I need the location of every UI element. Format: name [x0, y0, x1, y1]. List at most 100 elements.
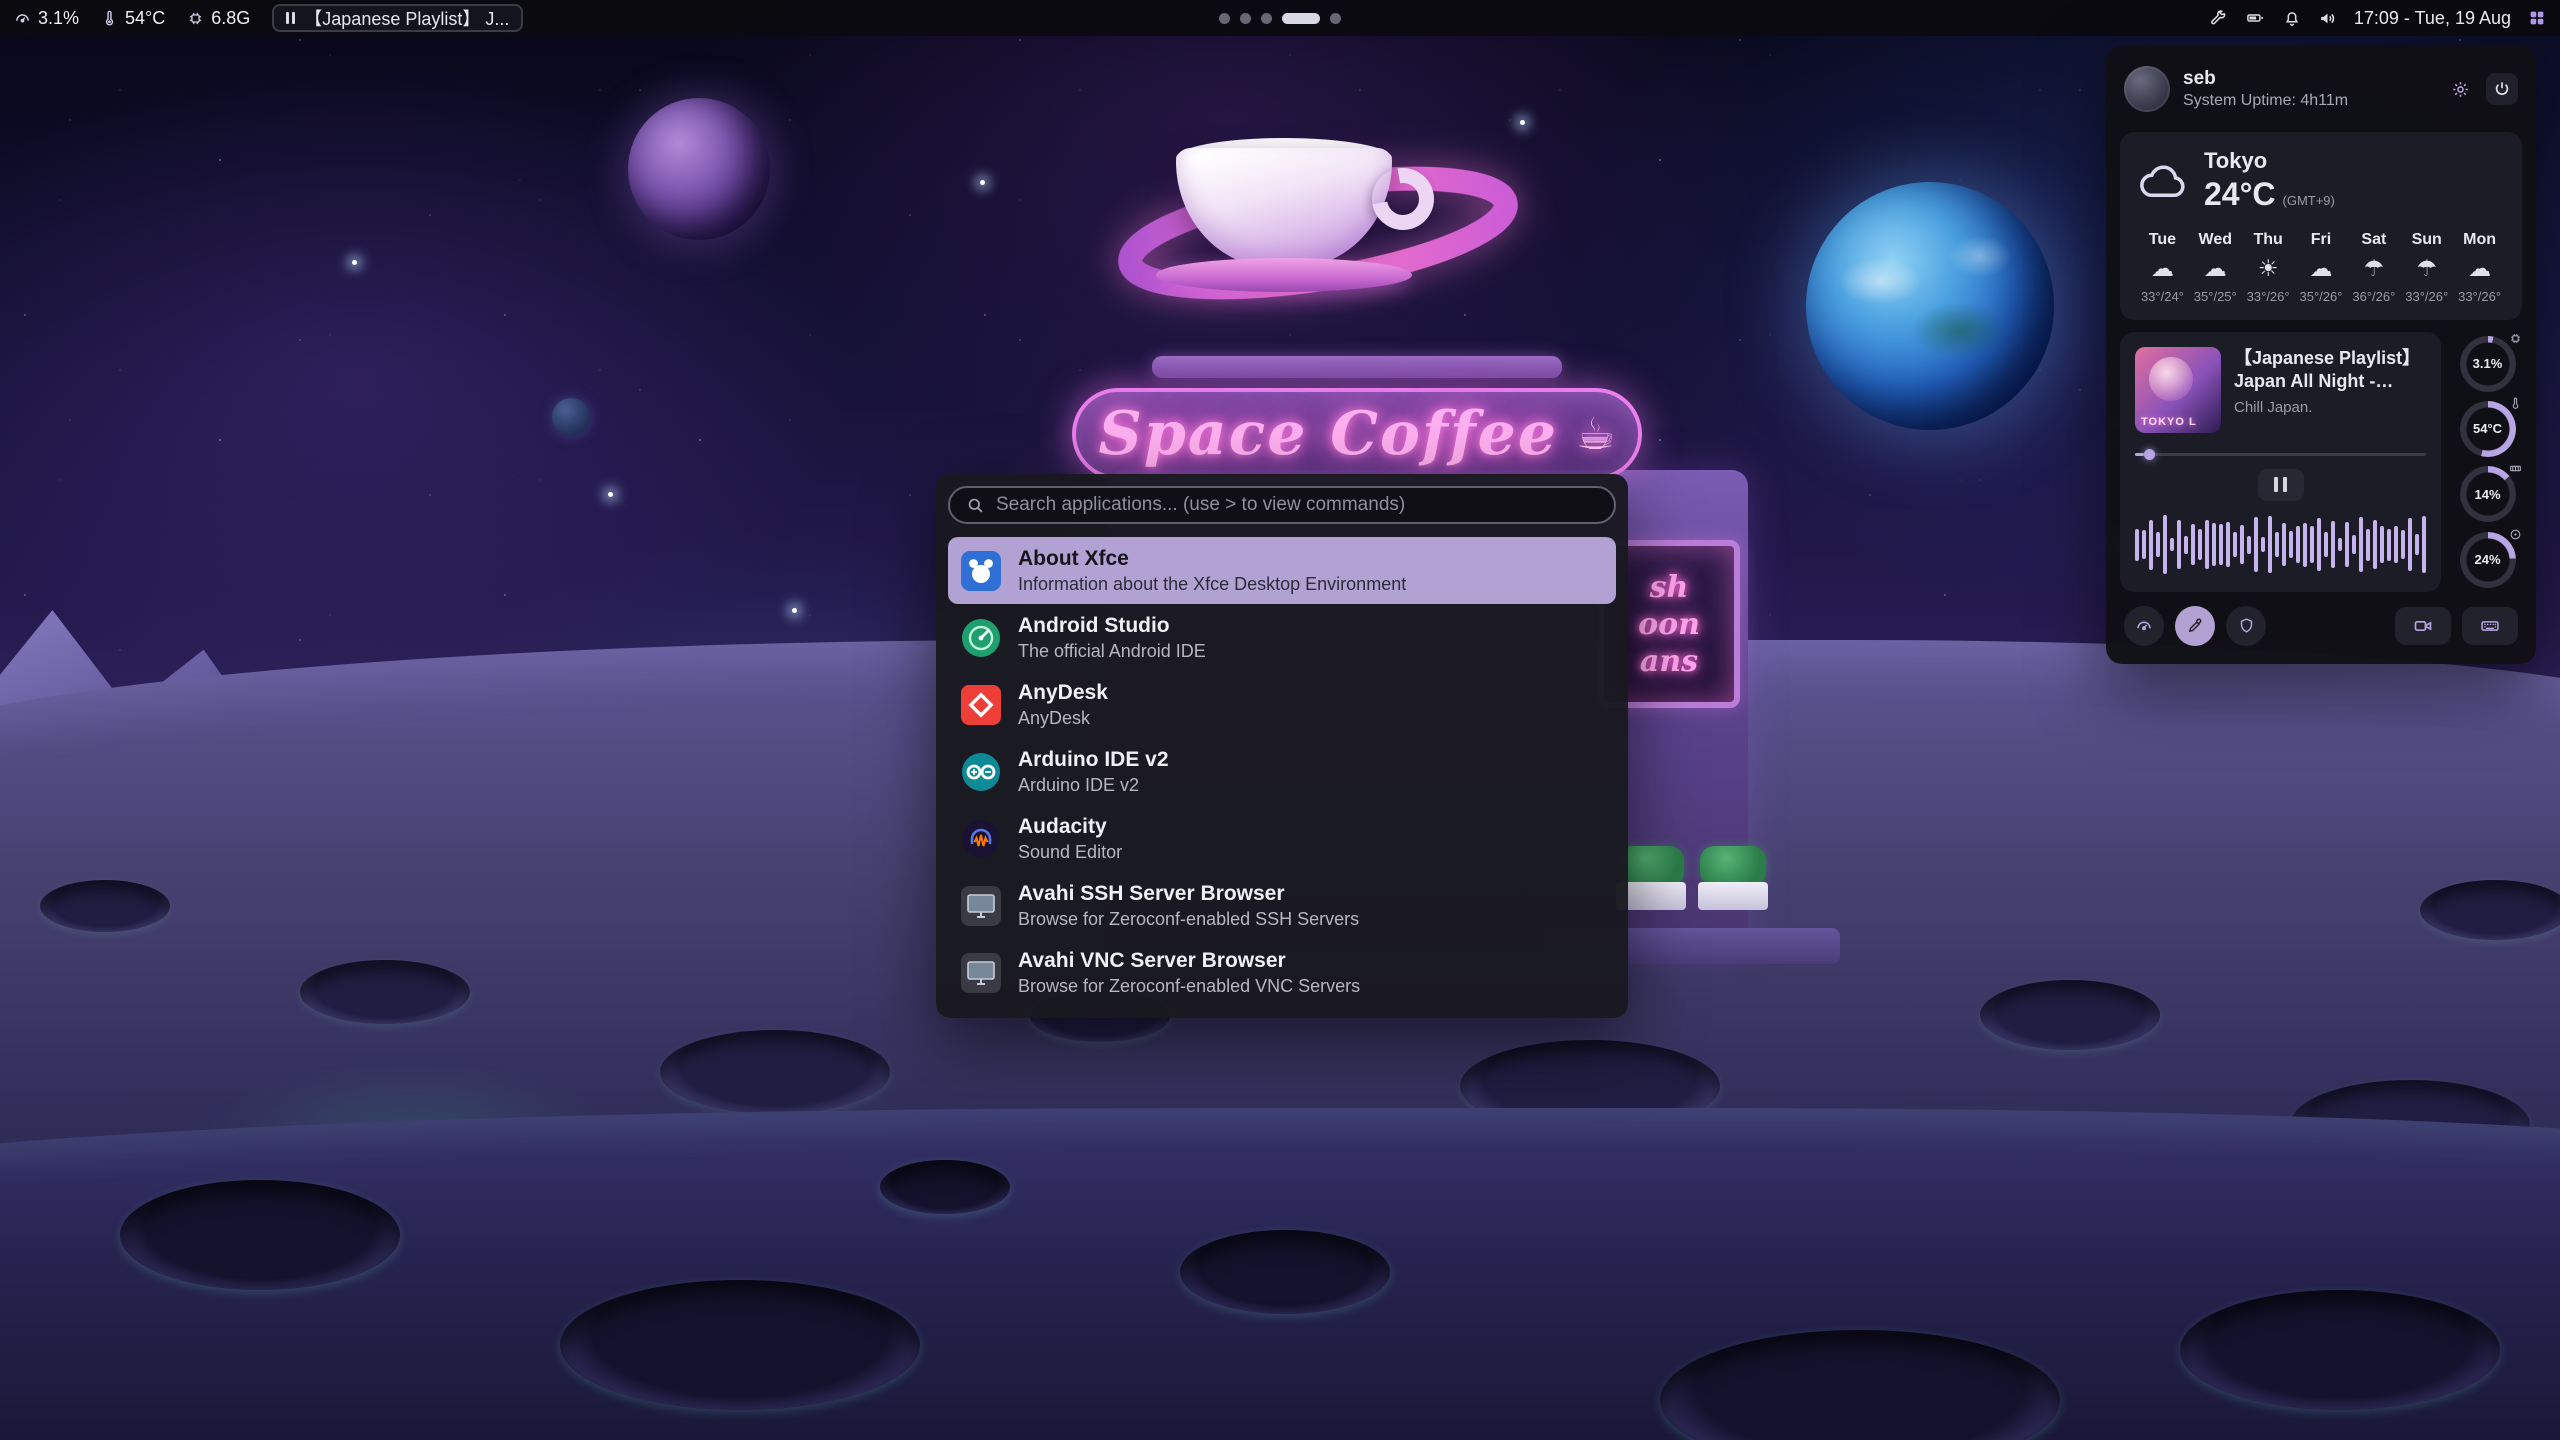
hedge [1700, 846, 1766, 886]
app-row-avahi-vnc[interactable]: Avahi VNC Server Browser Browse for Zero… [948, 939, 1616, 1006]
search-box [948, 486, 1616, 524]
storage-gauge: 24% [2460, 532, 2516, 588]
profile-section: seb System Uptime: 4h11m [2120, 60, 2522, 120]
app-description: Information about the Xfce Desktop Envir… [1018, 573, 1406, 596]
weather-glyph-icon: ☂ [2400, 255, 2453, 283]
media-progress-bar[interactable] [2135, 449, 2426, 459]
app-name: About Xfce [1018, 546, 1406, 571]
forecast-temps: 35°/25° [2189, 289, 2242, 304]
settings-button[interactable] [2444, 73, 2476, 105]
app-row-anydesk[interactable]: AnyDesk AnyDesk [948, 671, 1616, 738]
clock[interactable]: 17:09 - Tue, 19 Aug [2354, 8, 2511, 29]
app-row-arduino[interactable]: Arduino IDE v2 Arduino IDE v2 [948, 738, 1616, 805]
forecast-temps: 35°/26° [2295, 289, 2348, 304]
disk-icon [2509, 528, 2522, 541]
neon-sign-text: Space Coffee [1099, 399, 1559, 469]
crater [1980, 980, 2160, 1050]
app-list: About Xfce Information about the Xfce De… [948, 537, 1616, 1006]
search-icon [966, 496, 985, 515]
profile-uptime: System Uptime: 4h11m [2183, 92, 2348, 110]
workspace-dot[interactable] [1219, 13, 1230, 24]
app-name: AnyDesk [1018, 680, 1108, 705]
search-input[interactable] [996, 494, 1598, 516]
workspace-dot[interactable] [1330, 13, 1341, 24]
bright-star [1520, 120, 1525, 125]
shield-toggle-button[interactable] [2226, 606, 2266, 646]
app-row-avahi-ssh[interactable]: Avahi SSH Server Browser Browse for Zero… [948, 872, 1616, 939]
volume-icon[interactable] [2318, 9, 2337, 28]
thermometer-icon [2509, 397, 2522, 410]
temperature-stat[interactable]: 54°C [101, 8, 165, 29]
crater [660, 1030, 890, 1114]
workspace-active[interactable] [1282, 13, 1320, 24]
cloud-icon [2136, 159, 2190, 203]
media-pill[interactable]: 【Japanese Playlist】 J... [272, 4, 523, 32]
keyboard-icon [2480, 616, 2500, 636]
forecast-day: Fri [2295, 231, 2348, 249]
bright-star [352, 260, 357, 265]
forecast-day: Sat [2347, 231, 2400, 249]
memory-stat[interactable]: 6.8G [187, 8, 250, 29]
ram-icon [2509, 462, 2522, 475]
media-subtitle: Chill Japan. [2234, 399, 2426, 416]
color-picker-button[interactable] [2175, 606, 2215, 646]
workspace-dot[interactable] [1261, 13, 1272, 24]
forecast-day: Thu [2242, 231, 2295, 249]
album-art-label: TOKYO L [2141, 416, 2197, 428]
top-bar: 3.1% 54°C 6.8G 【Japanese Playlist】 J... [0, 0, 2560, 36]
pause-button[interactable] [2258, 469, 2304, 501]
performance-toggle-button[interactable] [2124, 606, 2164, 646]
media-pill-label: 【Japanese Playlist】 J... [304, 5, 509, 31]
xfce-icon [960, 550, 1002, 592]
audacity-icon [960, 818, 1002, 860]
cpu-gauge: 3.1% [2460, 336, 2516, 392]
workspace-dot[interactable] [1240, 13, 1251, 24]
dashboard-panel: seb System Uptime: 4h11m Tokyo 24°C [2106, 46, 2536, 664]
topbar-stats: 3.1% 54°C 6.8G 【Japanese Playlist】 J... [14, 4, 523, 32]
forecast-day: Sun [2400, 231, 2453, 249]
app-row-about-xfce[interactable]: About Xfce Information about the Xfce De… [948, 537, 1616, 604]
battery-icon[interactable] [2244, 9, 2266, 27]
power-button[interactable] [2486, 73, 2518, 105]
window-neon-text: ans [1640, 645, 1698, 678]
workspace-indicator [1219, 13, 1341, 24]
app-row-audacity[interactable]: Audacity Sound Editor [948, 805, 1616, 872]
crater [300, 960, 470, 1024]
neon-cup-icon: ☕ [1576, 409, 1615, 460]
cpu-stat[interactable]: 3.1% [14, 8, 79, 29]
app-grid-icon[interactable] [2528, 9, 2546, 27]
pause-icon [286, 12, 295, 24]
thermometer-icon [101, 10, 118, 27]
app-description: AnyDesk [1018, 707, 1108, 730]
forecast-temps: 36°/26° [2347, 289, 2400, 304]
speedometer-icon [2135, 617, 2153, 635]
coffee-saucer [1156, 258, 1412, 292]
bright-star [980, 180, 985, 185]
progress-knob[interactable] [2144, 449, 2155, 460]
weather-glyph-icon: ☀ [2242, 255, 2295, 283]
forecast-day: Mon [2453, 231, 2506, 249]
gauge-icon [14, 10, 31, 27]
chip-icon [187, 10, 204, 27]
crater [40, 880, 170, 932]
crater [2420, 880, 2560, 940]
monitor-icon [960, 885, 1002, 927]
anydesk-icon [960, 684, 1002, 726]
waveform [2135, 513, 2426, 577]
forecast-temps: 33°/26° [2242, 289, 2295, 304]
screen-record-button[interactable] [2395, 607, 2451, 645]
app-name: Android Studio [1018, 613, 1206, 638]
bell-icon[interactable] [2283, 9, 2301, 27]
avatar [2124, 66, 2170, 112]
app-name: Avahi SSH Server Browser [1018, 881, 1359, 906]
crater [2180, 1290, 2500, 1410]
tools-icon[interactable] [2209, 9, 2227, 27]
keyboard-button[interactable] [2462, 607, 2518, 645]
crater [560, 1280, 920, 1410]
weather-temperature: 24°C [2204, 176, 2276, 213]
album-art: TOKYO L [2135, 347, 2221, 433]
app-row-android-studio[interactable]: Android Studio The official Android IDE [948, 604, 1616, 671]
memory-value: 6.8G [211, 8, 250, 29]
app-description: The official Android IDE [1018, 640, 1206, 663]
crater [120, 1180, 400, 1290]
